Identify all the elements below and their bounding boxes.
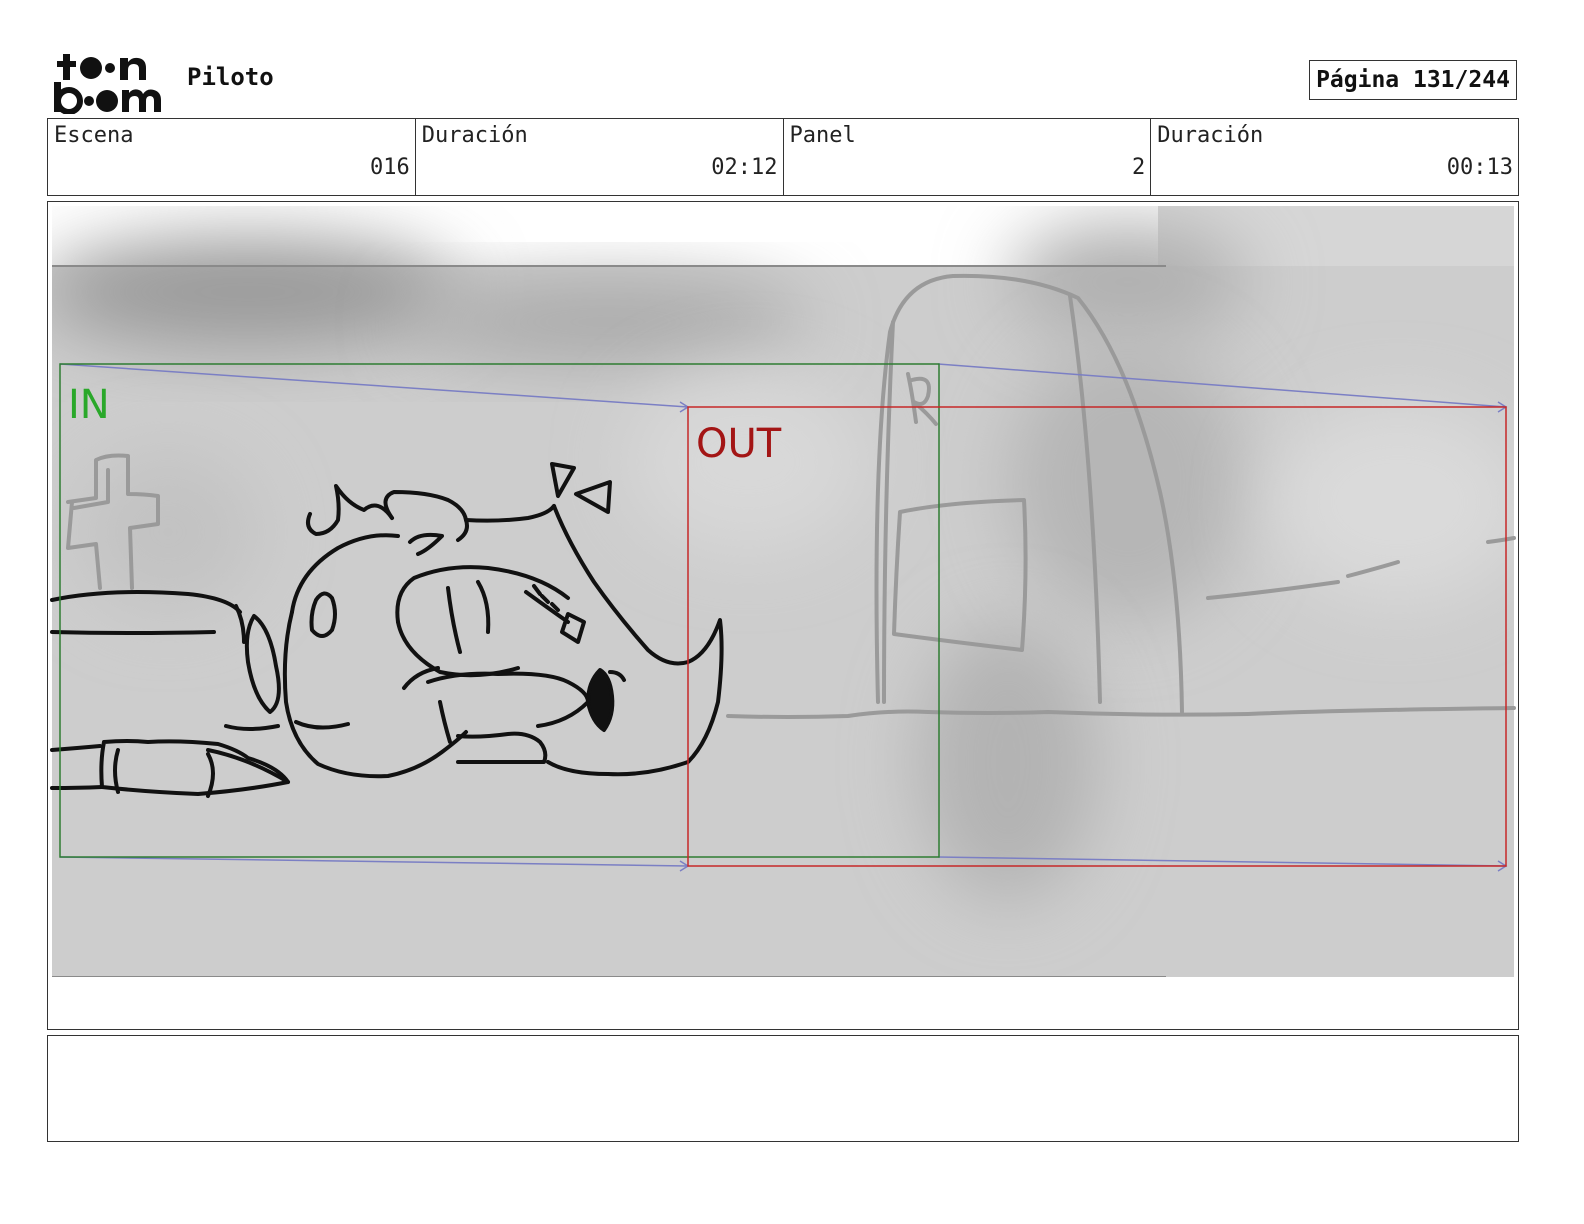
page-indicator: Página 131/244 <box>1309 60 1517 100</box>
camera-out-label: OUT <box>696 421 782 467</box>
panel-value: 2 <box>1132 155 1146 180</box>
background-layer <box>52 206 1514 977</box>
storyboard-panel: IN OUT <box>47 201 1519 1030</box>
scene-duration-label: Duración <box>421 123 528 148</box>
scene-info-table: Escena 016 Duración 02:12 Panel 2 Duraci… <box>47 118 1519 196</box>
scene-duration-cell: Duración 02:12 <box>416 119 784 195</box>
scene-duration-value: 02:12 <box>711 155 778 180</box>
scene-value: 016 <box>370 155 410 180</box>
toonboom-logo <box>50 50 166 115</box>
panel-cell: Panel 2 <box>784 119 1152 195</box>
project-title: Piloto <box>187 63 274 91</box>
panel-notes <box>47 1035 1519 1142</box>
panel-duration-label: Duración <box>1157 123 1264 148</box>
scene-cell: Escena 016 <box>48 119 416 195</box>
panel-duration-value: 00:13 <box>1446 155 1513 180</box>
panel-artwork: IN OUT <box>50 206 1516 977</box>
panel-duration-cell: Duración 00:13 <box>1151 119 1518 195</box>
scene-label: Escena <box>54 123 134 148</box>
camera-in-label: IN <box>68 382 110 428</box>
panel-label: Panel <box>789 123 856 148</box>
